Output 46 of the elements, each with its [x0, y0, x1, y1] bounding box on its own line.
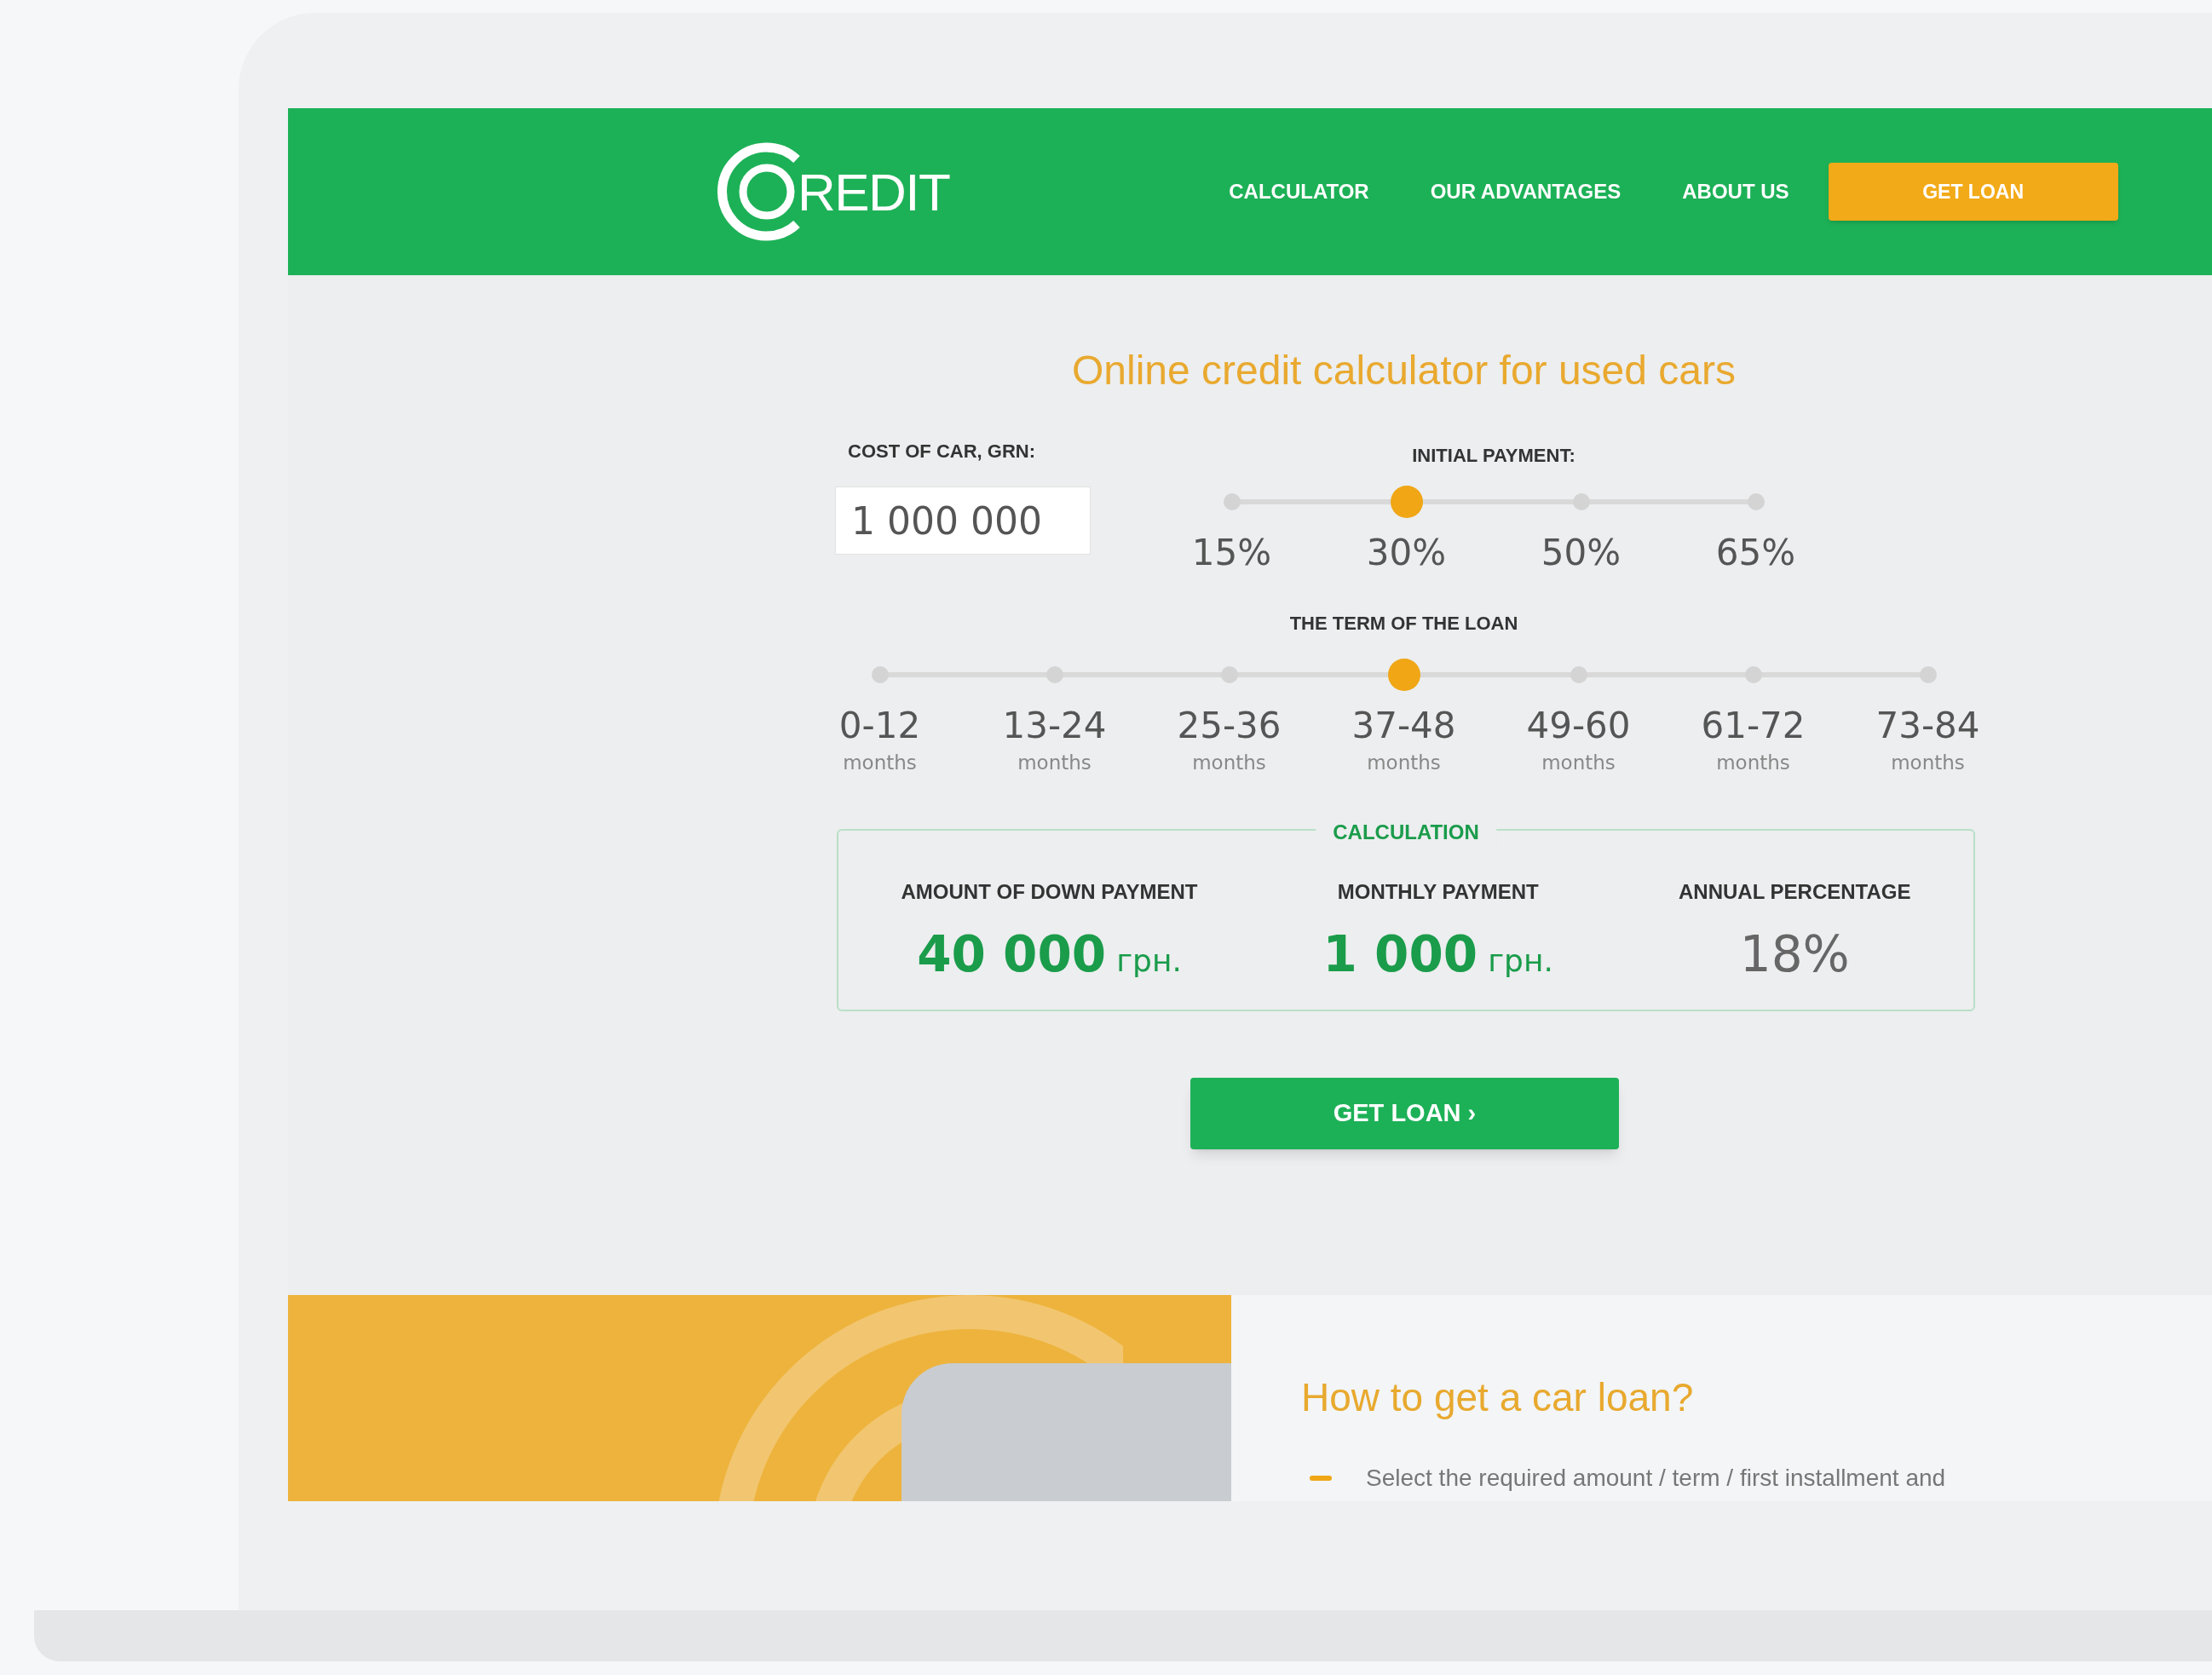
step-text: Select the required amount / term / first installment and [1366, 1464, 1946, 1493]
slider-stop[interactable] [1223, 493, 1241, 510]
unit-label: months [1017, 751, 1092, 775]
field-label: COST OF CAR, GRN: [848, 440, 1036, 463]
slider-label: THE TERM OF THE LOAN [1289, 612, 1518, 636]
currency-label: грн. [1116, 941, 1182, 980]
logo-text: REDIT [798, 161, 950, 223]
bullet-dash-icon [1310, 1476, 1332, 1481]
result-value: 1 000 [1322, 924, 1478, 985]
currency-label: грн. [1488, 941, 1553, 980]
slider-label: INITIAL PAYMENT: [1412, 444, 1575, 468]
option-label[interactable]: 13-24 [1002, 704, 1107, 748]
calculator-title: Online credit calculator for used cars [1071, 347, 1737, 394]
option-label[interactable]: 65% [1715, 531, 1796, 575]
unit-label: months [1541, 751, 1616, 775]
slider-stop[interactable] [871, 666, 889, 683]
unit-label: months [1367, 751, 1441, 775]
slider-stop[interactable] [1572, 493, 1590, 510]
unit-label: months [1192, 751, 1266, 775]
option-label[interactable]: 61-72 [1701, 704, 1806, 748]
slider-stop[interactable] [1570, 666, 1587, 683]
slider-stop[interactable] [1220, 666, 1238, 683]
slider-thumb[interactable] [1387, 659, 1420, 691]
result-title: MONTHLY PAYMENT [1337, 878, 1539, 905]
option-label[interactable]: 25-36 [1177, 704, 1282, 748]
result-title: AMOUNT OF DOWN PAYMENT [901, 878, 1198, 905]
option-label[interactable]: 37-48 [1351, 704, 1456, 748]
option-label[interactable]: 30% [1366, 531, 1447, 575]
option-label[interactable]: 73-84 [1875, 704, 1980, 748]
unit-label: months [1716, 751, 1790, 775]
option-label[interactable]: 50% [1541, 531, 1622, 575]
option-label[interactable]: 49-60 [1526, 704, 1631, 748]
option-label[interactable]: 0-12 [838, 704, 921, 748]
cost-input-field[interactable]: 1 000 000 [835, 486, 1091, 555]
slider-stop[interactable] [1919, 666, 1937, 683]
slider-thumb[interactable] [1390, 486, 1423, 518]
slider-stop[interactable] [1744, 666, 1762, 683]
option-label[interactable]: 15% [1191, 531, 1272, 575]
result-value: 18% [1739, 924, 1850, 985]
result-title: ANNUAL PERCENTAGE [1679, 878, 1911, 905]
slider-stop[interactable] [1046, 666, 1063, 683]
unit-label: months [843, 751, 917, 775]
result-value: 40 000 [917, 924, 1107, 985]
unit-label: months [1891, 751, 1965, 775]
section-heading: How to get a car loan? [1301, 1374, 1695, 1421]
slider-stop[interactable] [1747, 493, 1765, 510]
